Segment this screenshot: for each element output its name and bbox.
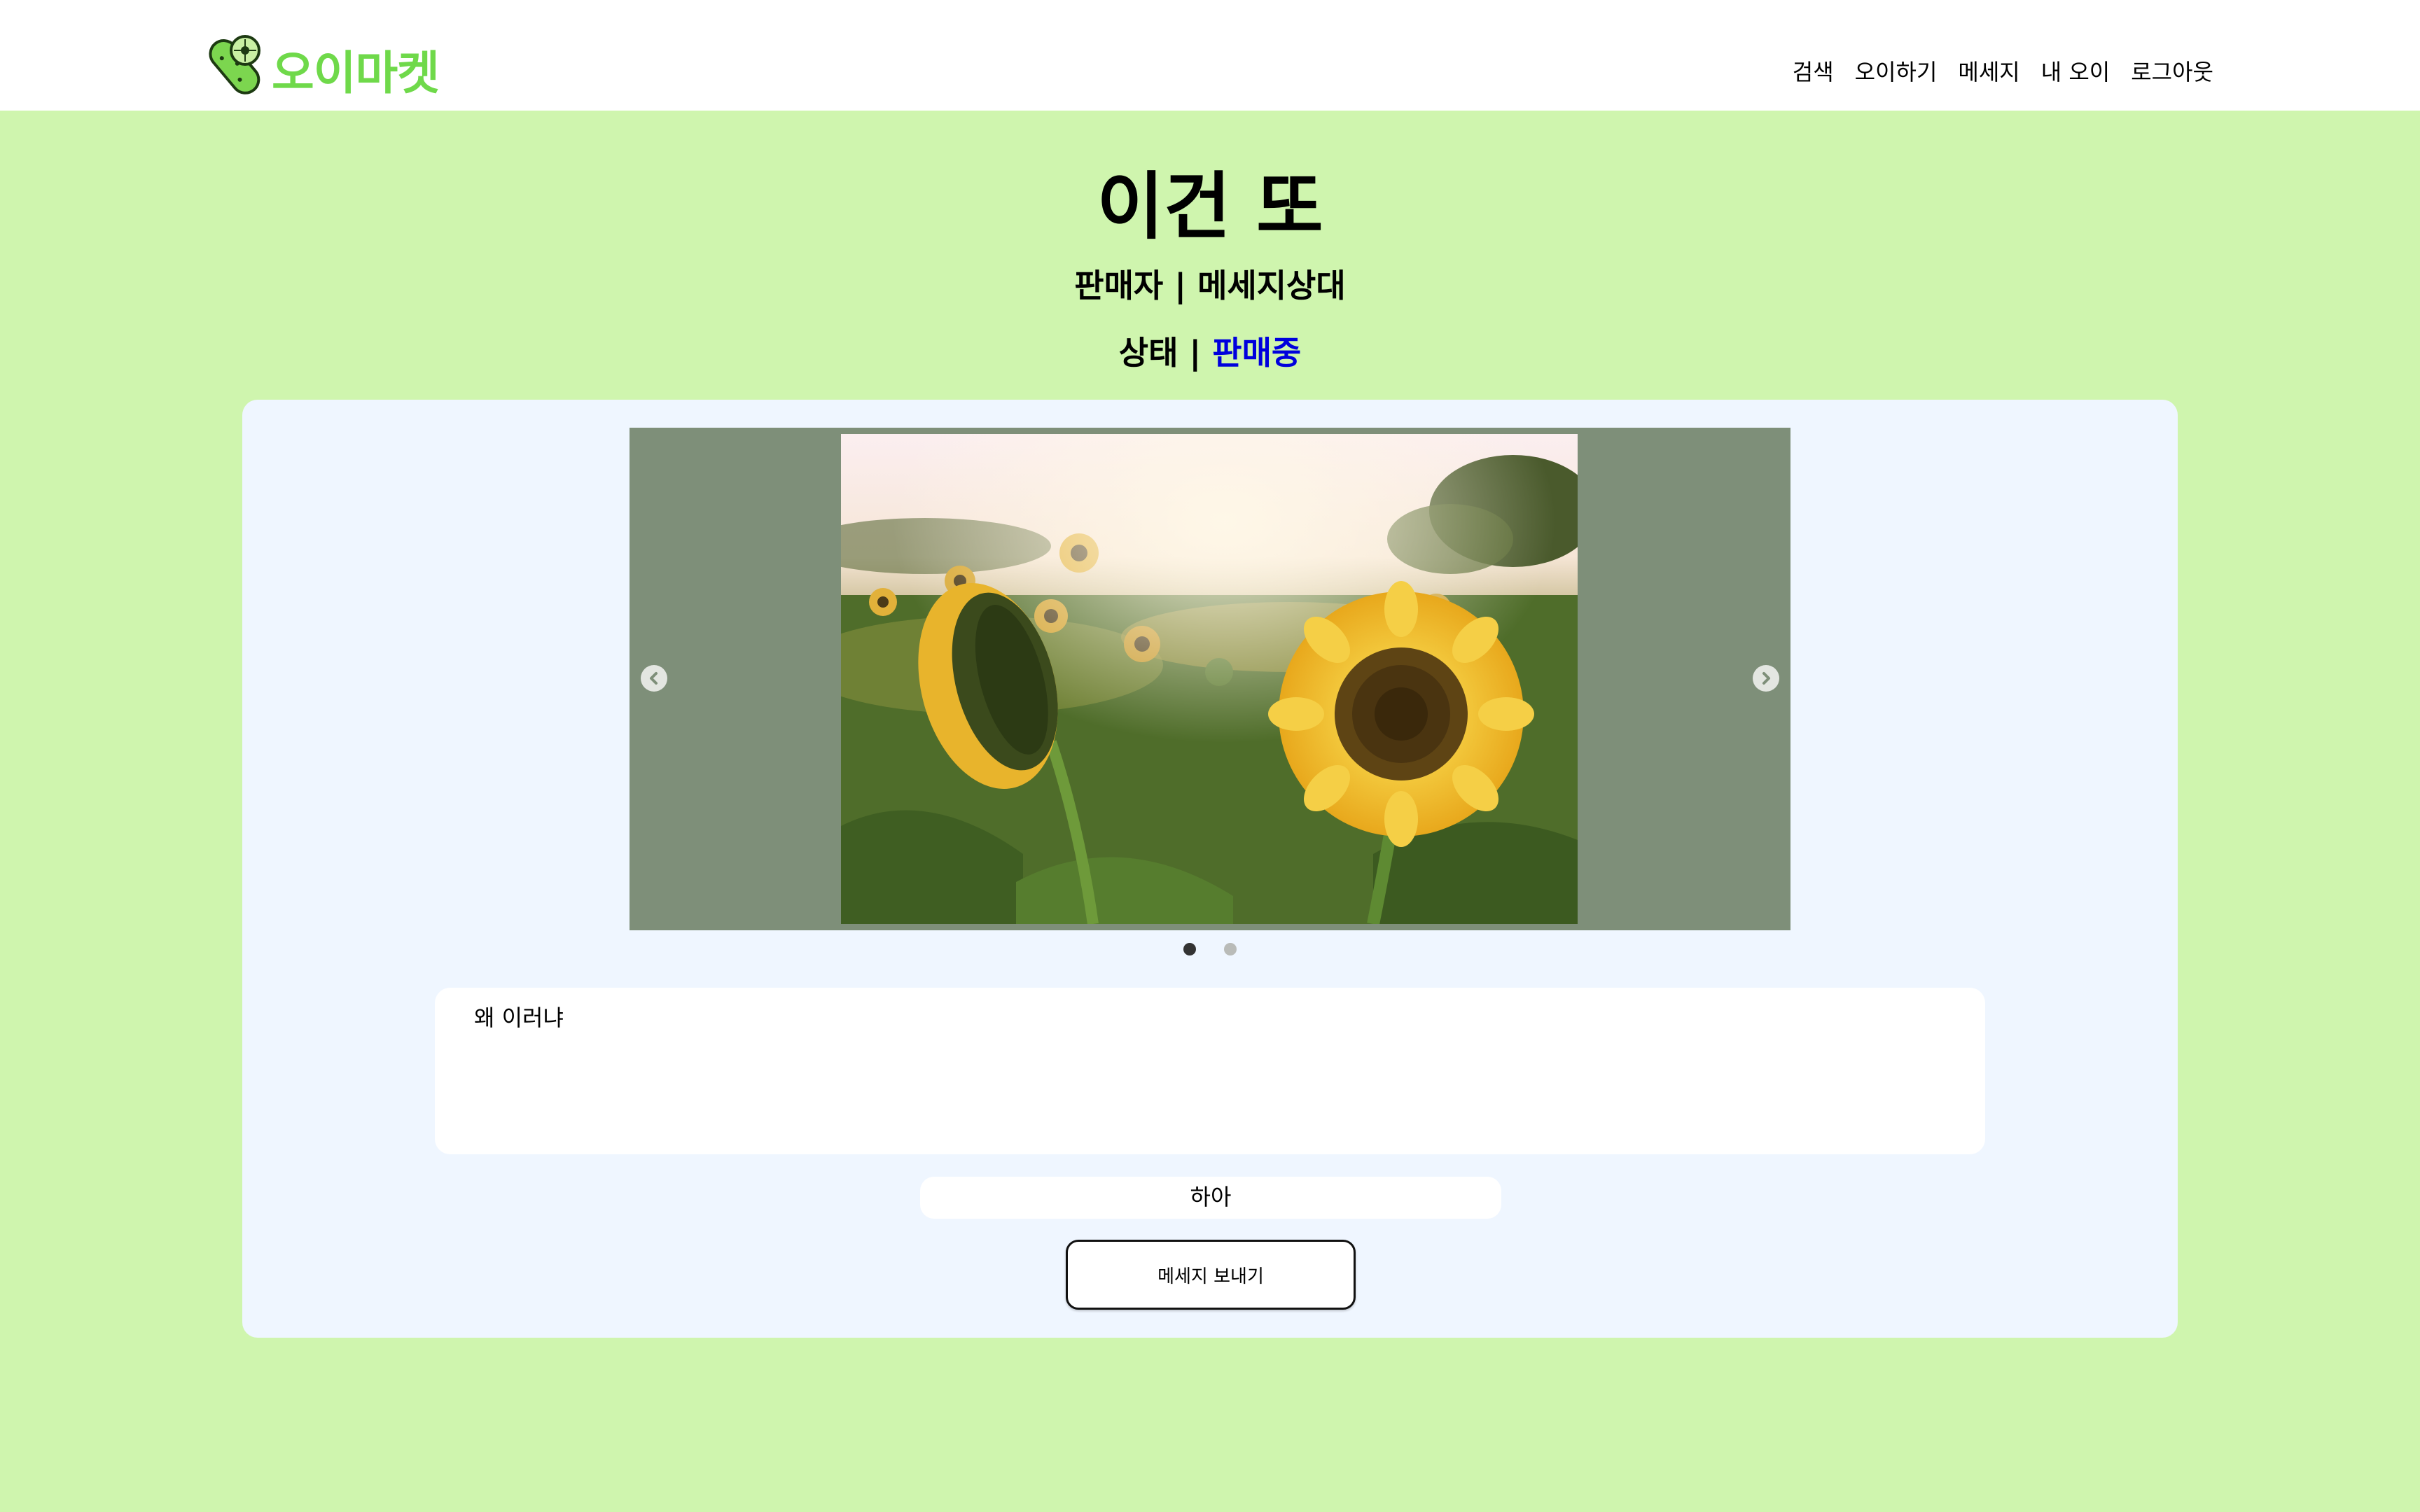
nav-search-link[interactable]: 검색 xyxy=(1793,55,1834,87)
nav-my-items-link[interactable]: 내 오이 xyxy=(2041,55,2110,87)
chevron-right-icon xyxy=(1762,672,1770,685)
cucumber-logo-icon xyxy=(209,35,260,94)
carousel-next-button[interactable] xyxy=(1753,665,1779,692)
status-value: 판매중 xyxy=(1212,334,1302,372)
chevron-left-icon xyxy=(650,672,658,685)
seller-separator: | xyxy=(1174,267,1187,304)
carousel-indicators xyxy=(242,943,2178,955)
nav-logout-link[interactable]: 로그아웃 xyxy=(2131,55,2213,87)
carousel-dot-1[interactable] xyxy=(1183,943,1196,955)
brand-logo-link[interactable]: 오이마켓 xyxy=(203,10,440,101)
carousel-prev-button[interactable] xyxy=(641,665,667,692)
carousel-dot-2[interactable] xyxy=(1224,943,1237,955)
main-nav: 검색 오이하기 메세지 내 오이 로그아웃 xyxy=(1793,55,2213,87)
top-nav-bar: 오이마켓 검색 오이하기 메세지 내 오이 로그아웃 xyxy=(0,0,2420,111)
nav-messages-link[interactable]: 메세지 xyxy=(1958,55,2019,87)
nav-sell-link[interactable]: 오이하기 xyxy=(1855,55,1938,87)
status-label: 상태 xyxy=(1118,334,1178,372)
item-title: 이건 또 xyxy=(1097,164,1323,249)
item-photo xyxy=(841,434,1578,924)
status-separator: | xyxy=(1189,334,1202,372)
brand-name: 오이마켓 xyxy=(272,46,440,100)
image-carousel xyxy=(630,428,1790,930)
seller-name: 메세지상대 xyxy=(1197,267,1346,304)
item-description: 왜 이러냐 xyxy=(435,988,1985,1154)
status-info: 상태 | 판매중 xyxy=(0,328,2420,374)
message-input[interactable]: 하아 xyxy=(920,1177,1501,1219)
item-detail-panel: 왜 이러냐 하아 메세지 보내기 xyxy=(242,400,2178,1338)
send-message-button[interactable]: 메세지 보내기 xyxy=(1066,1240,1356,1310)
seller-info: 판매자 | 메세지상대 xyxy=(0,260,2420,307)
seller-label: 판매자 xyxy=(1074,267,1164,304)
